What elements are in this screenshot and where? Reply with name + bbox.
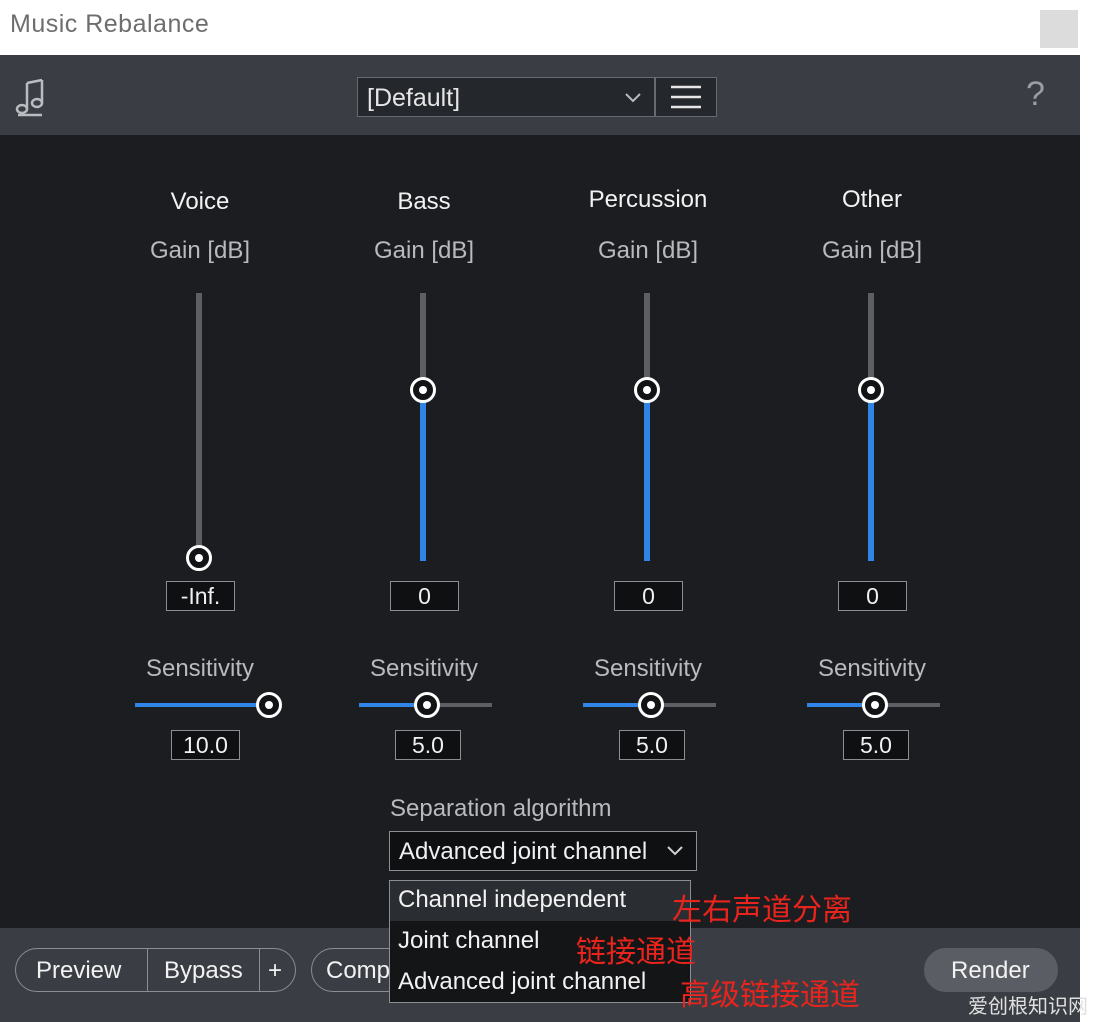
sensitivity-slider-knob[interactable]	[256, 692, 282, 718]
gain-slider-fill	[420, 390, 426, 561]
bypass-button[interactable]: Bypass	[147, 948, 260, 992]
gain-label: Gain [dB]	[597, 237, 699, 264]
column-title-voice: Voice	[170, 188, 230, 215]
annotation-advanced-joint-channel: 高级链接通道	[680, 979, 860, 1012]
gain-slider-knob[interactable]	[634, 377, 660, 403]
gain-slider-fill	[868, 390, 874, 561]
compare-label: Comp	[326, 957, 391, 984]
option-label: Advanced joint channel	[398, 968, 647, 995]
sensitivity-value-field[interactable]: 10.0	[171, 730, 240, 760]
sensitivity-label: Sensitivity	[817, 655, 927, 682]
gain-slider-knob[interactable]	[858, 377, 884, 403]
column-title-bass: Bass	[397, 188, 451, 215]
annotation-joint-channel: 链接通道	[576, 936, 696, 969]
sensitivity-value-field[interactable]: 5.0	[619, 730, 685, 760]
separation-algorithm-label: Separation algorithm	[390, 795, 612, 822]
voice-column: Voice Gain [dB] -Inf. Sensitivity 10.0	[88, 55, 312, 775]
percussion-column: Percussion Gain [dB] 0 Sensitivity 5.0	[536, 55, 760, 775]
music-note-icon[interactable]	[14, 77, 48, 117]
sensitivity-slider-fill	[135, 703, 268, 707]
render-label: Render	[951, 957, 1030, 984]
gain-value-field[interactable]: -Inf.	[166, 581, 235, 611]
gain-label: Gain [dB]	[373, 237, 475, 264]
window-titlebar: Music Rebalance	[0, 0, 1080, 55]
gain-slider-fill	[644, 390, 650, 561]
gain-slider-track[interactable]	[196, 293, 202, 561]
separation-selected-value: Advanced joint channel	[399, 838, 648, 865]
gain-label: Gain [dB]	[821, 237, 923, 264]
sensitivity-label: Sensitivity	[593, 655, 703, 682]
other-column: Other Gain [dB] 0 Sensitivity 5.0	[760, 55, 984, 775]
gain-value-field[interactable]: 0	[838, 581, 907, 611]
sensitivity-value-field[interactable]: 5.0	[843, 730, 909, 760]
sensitivity-slider-knob[interactable]	[862, 692, 888, 718]
sensitivity-slider-knob[interactable]	[414, 692, 440, 718]
window-control-button[interactable]	[1040, 10, 1078, 48]
chevron-down-icon	[667, 846, 683, 856]
plus-label: +	[268, 957, 283, 984]
bypass-label: Bypass	[164, 957, 243, 984]
column-title-other: Other	[841, 186, 903, 213]
add-button[interactable]: +	[259, 948, 296, 992]
window-title: Music Rebalance	[10, 10, 210, 38]
gain-value-field[interactable]: 0	[614, 581, 683, 611]
preview-label: Preview	[36, 957, 122, 984]
option-channel-independent[interactable]: Channel independent	[390, 881, 690, 921]
column-title-percussion: Percussion	[588, 186, 708, 213]
gain-label: Gain [dB]	[149, 237, 251, 264]
music-rebalance-panel: [Default] ? Voice Gain [dB] -Inf. Sensit…	[0, 55, 1080, 1022]
option-label: Channel independent	[398, 886, 627, 913]
bass-column: Bass Gain [dB] 0 Sensitivity 5.0	[312, 55, 536, 775]
render-button[interactable]: Render	[924, 948, 1058, 992]
watermark: 爱创根知识网	[968, 996, 1088, 1018]
sensitivity-label: Sensitivity	[145, 655, 255, 682]
separation-algorithm-select[interactable]: Advanced joint channel	[389, 831, 697, 871]
gain-value-field[interactable]: 0	[390, 581, 459, 611]
sensitivity-value-field[interactable]: 5.0	[395, 730, 461, 760]
gain-slider-knob[interactable]	[410, 377, 436, 403]
compare-button[interactable]: Comp	[311, 948, 401, 992]
annotation-channel-independent: 左右声道分离	[672, 894, 852, 927]
gain-slider-knob[interactable]	[186, 545, 212, 571]
option-label: Joint channel	[398, 927, 540, 954]
sensitivity-slider-knob[interactable]	[638, 692, 664, 718]
preview-button[interactable]: Preview	[15, 948, 148, 992]
help-icon[interactable]: ?	[1026, 75, 1045, 114]
sensitivity-label: Sensitivity	[369, 655, 479, 682]
